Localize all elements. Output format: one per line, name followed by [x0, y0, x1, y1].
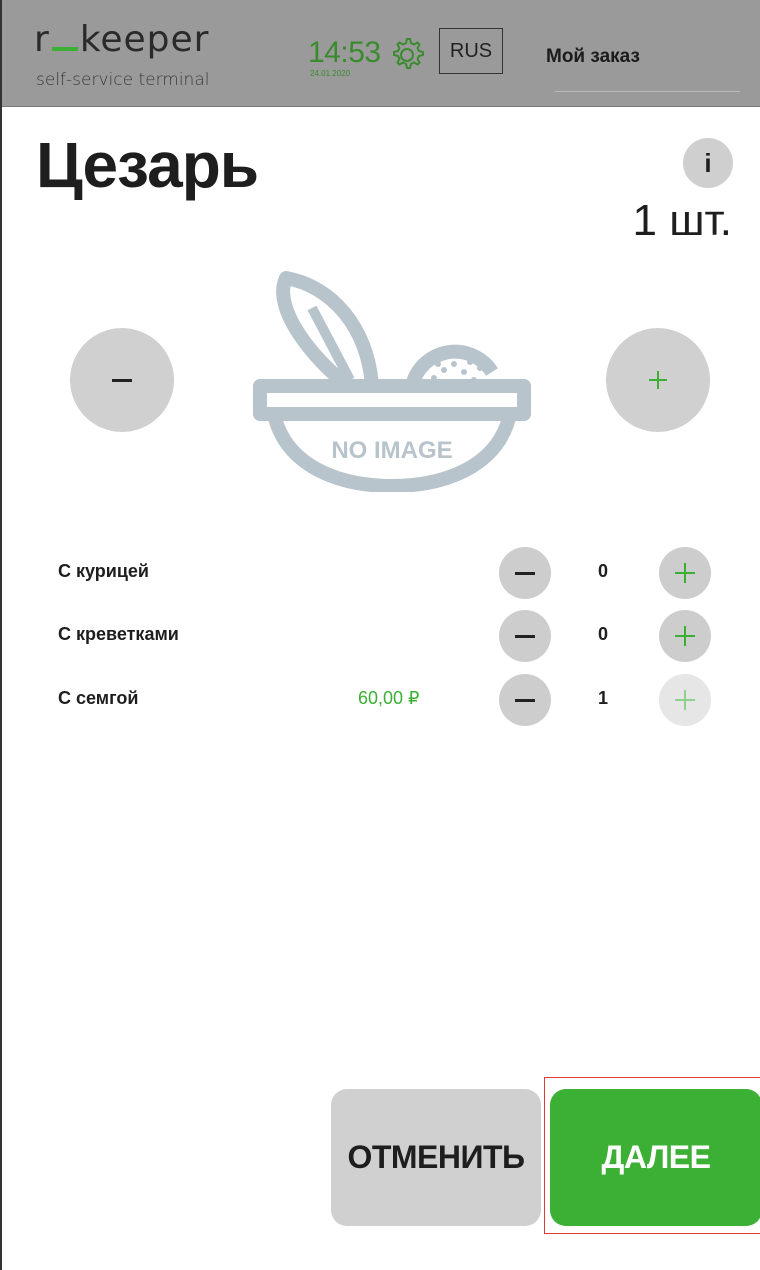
increase-quantity-button[interactable] — [606, 328, 710, 432]
order-divider — [555, 91, 740, 92]
modifier-increase-button[interactable] — [659, 610, 711, 662]
my-order-link[interactable]: Мой заказ — [546, 46, 640, 68]
minus-icon — [112, 378, 132, 382]
modifier-decrease-button[interactable] — [499, 610, 551, 662]
no-image-salad-icon: NO IMAGE — [253, 271, 531, 492]
plus-icon — [649, 371, 667, 389]
plus-icon — [675, 690, 695, 710]
minus-icon — [515, 571, 535, 575]
list-item: С курицей 0 — [2, 547, 760, 599]
cancel-button[interactable]: ОТМЕНИТЬ — [331, 1089, 541, 1226]
clock-date: 24.01.2020 — [310, 69, 351, 78]
next-button[interactable]: ДАЛЕЕ — [550, 1089, 760, 1226]
info-button[interactable]: i — [683, 138, 733, 188]
logo-visual: r keeper — [34, 19, 210, 60]
gear-icon[interactable] — [388, 36, 426, 74]
logo-subtitle: self-service terminal — [36, 70, 210, 90]
plus-icon — [675, 626, 695, 646]
clock-time: 14:53 — [308, 36, 381, 69]
modifier-count: 0 — [597, 624, 608, 644]
minus-icon — [515, 698, 535, 702]
decrease-quantity-button[interactable] — [70, 328, 174, 432]
header-bar: r_keeper rkeeper self-service terminal 1… — [2, 0, 760, 107]
brand-logo: r_keeper rkeeper — [34, 22, 209, 58]
modifier-decrease-button[interactable] — [499, 674, 551, 726]
modifier-name: С семгой — [58, 688, 139, 708]
modifier-name: С курицей — [58, 561, 149, 581]
language-button[interactable]: RUS — [439, 28, 503, 74]
modifier-decrease-button[interactable] — [499, 547, 551, 599]
no-image-label: NO IMAGE — [331, 437, 452, 464]
minus-icon — [515, 634, 535, 638]
product-quantity: 1 шт. — [632, 196, 733, 245]
modifier-increase-button[interactable] — [659, 547, 711, 599]
product-title: Цезарь — [36, 129, 259, 201]
list-item: С семгой 60,00 ₽ 1 — [2, 674, 760, 726]
modifier-name: С креветками — [58, 624, 179, 644]
list-item: С креветками 0 — [2, 610, 760, 662]
modifier-count: 0 — [597, 561, 608, 581]
screen: r_keeper rkeeper self-service terminal 1… — [0, 0, 760, 1270]
plus-icon — [675, 563, 695, 583]
modifier-price: 60,00 ₽ — [358, 688, 420, 708]
modifier-increase-button[interactable] — [659, 674, 711, 726]
modifier-count: 1 — [597, 688, 608, 708]
